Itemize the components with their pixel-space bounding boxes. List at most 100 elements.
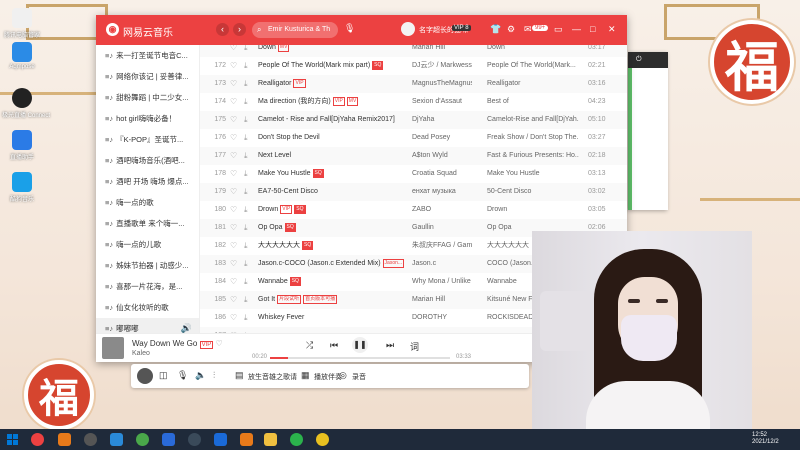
track-title[interactable]: Make You Hustle SQ	[258, 165, 408, 183]
desktop-icon[interactable]: 极光直播 Connect	[2, 88, 50, 119]
download-icon[interactable]: ⤓	[244, 129, 248, 147]
track-title[interactable]: Op Opa SQ	[258, 219, 408, 237]
heart-icon[interactable]: ♡	[230, 201, 237, 219]
sidebar-playlist-item[interactable]: ≡♪ 喜那一片花海，是...	[96, 276, 199, 297]
track-artist[interactable]: Sexion d'Assaut	[412, 93, 472, 111]
download-icon[interactable]: ⤓	[244, 147, 248, 165]
track-artist[interactable]: 朱叔庆FFAG / Gam...	[412, 237, 472, 255]
sidebar-playlist-item[interactable]: ≡♪ 来一打圣诞节电音C...	[96, 45, 199, 66]
miniplayer-icon[interactable]: ▭	[554, 24, 563, 35]
mini-window[interactable]: ⏻	[628, 52, 668, 210]
steam-icon[interactable]	[188, 433, 201, 446]
sidebar-playlist-item[interactable]: ≡♪ 嗨一点的儿歌	[96, 234, 199, 255]
track-album[interactable]: Best of	[487, 93, 579, 111]
avatar[interactable]	[401, 22, 415, 36]
track-album[interactable]: Drown	[487, 201, 579, 219]
track-album[interactable]: Freak Show / Don't Stop The...	[487, 129, 579, 147]
song-icon[interactable]: ▤	[235, 370, 244, 381]
volume-icon[interactable]: 🔈	[195, 370, 206, 381]
download-icon[interactable]: ⤓	[244, 165, 248, 183]
camera-icon[interactable]: ◫	[159, 370, 168, 381]
stream-item-3[interactable]: 录音	[352, 372, 366, 382]
download-icon[interactable]: ⤓	[244, 237, 248, 255]
desktop-icon[interactable]: 直播助手	[2, 130, 42, 161]
stream-item-2[interactable]: 播放伴奏	[314, 372, 342, 382]
track-artist[interactable]: A$ton Wyld	[412, 147, 472, 165]
track-artist[interactable]: Marian Hill	[412, 291, 472, 309]
track-artist[interactable]: Jason.c	[412, 255, 472, 273]
track-title[interactable]: Realligator VIP	[258, 75, 408, 93]
minimize-icon[interactable]: —	[572, 24, 581, 34]
track-artist[interactable]: Dead Posey	[412, 129, 472, 147]
sidebar-playlist-item[interactable]: ≡♪ 嗨一点的歌	[96, 192, 199, 213]
sidebar-playlist-item[interactable]: ≡♪ 酒吧嗨场音乐(酒吧...	[96, 150, 199, 171]
track-title[interactable]: EA7-50-Cent Disco	[258, 183, 408, 201]
heart-icon[interactable]: ♡	[230, 237, 237, 255]
track-artist[interactable]: Croatia Squad	[412, 165, 472, 183]
desktop-icon[interactable]: 酷狗音乐	[2, 172, 42, 203]
windows-start-icon[interactable]	[7, 434, 18, 445]
download-icon[interactable]: ⤓	[244, 219, 248, 237]
track-row[interactable]: 178 ♡ ⤓ Make You Hustle SQ Croatia Squad Make …	[200, 165, 627, 183]
sidebar-playlist-item[interactable]: ≡♪ 姊妹节拍器 | 动感少...	[96, 255, 199, 276]
stream-avatar[interactable]	[137, 368, 153, 384]
track-artist[interactable]: Marian Hill	[412, 45, 472, 57]
download-icon[interactable]: ⤓	[244, 201, 248, 219]
forward-button[interactable]: ›	[233, 23, 246, 36]
track-title[interactable]: Don't Stop the Devil	[258, 129, 408, 147]
app-icon[interactable]	[214, 433, 227, 446]
sidebar-playlist-item[interactable]: ≡♪ 『K-POP』圣诞节...	[96, 129, 199, 150]
track-title[interactable]: Got It 片段试听 首页版本可播	[258, 291, 408, 309]
app-icon[interactable]	[110, 433, 123, 446]
heart-icon[interactable]: ♡	[230, 147, 237, 165]
power-icon[interactable]: ⏻	[636, 56, 642, 63]
heart-icon[interactable]: ♡	[216, 339, 223, 348]
track-album[interactable]: 50-Cent Disco	[487, 183, 579, 201]
sidebar-playlist-item[interactable]: ≡♪ 网络你该记 | 妥善律...	[96, 66, 199, 87]
heart-icon[interactable]: ♡	[230, 309, 237, 327]
track-title[interactable]: Next Level	[258, 147, 408, 165]
microphone-icon[interactable]: 🎙	[344, 23, 355, 34]
heart-icon[interactable]: ♡	[230, 129, 237, 147]
sidebar-playlist-item[interactable]: ≡♪ 嘟嘟嘟 🔊	[96, 318, 199, 333]
heart-icon[interactable]: ♡	[230, 291, 237, 309]
track-album[interactable]: People Of The World(Mark...	[487, 57, 579, 75]
app-icon[interactable]	[84, 433, 97, 446]
track-row[interactable]: ♡ ⤓ Down MV Marian Hill Down 03:17	[200, 45, 627, 57]
track-row[interactable]: 177 ♡ ⤓ Next Level A$ton Wyld Fast & Furious …	[200, 147, 627, 165]
sidebar-playlist-item[interactable]: ≡♪ hot girl嗨嗨必备！	[96, 108, 199, 129]
track-album[interactable]: Fast & Furious Presents: Ho...	[487, 147, 579, 165]
sidebar-playlist-item[interactable]: ≡♪ 仙女化妆听的歌	[96, 297, 199, 318]
netease-music-icon[interactable]	[31, 433, 44, 446]
download-icon[interactable]: ⤓	[244, 57, 248, 75]
close-icon[interactable]: ✕	[608, 24, 616, 35]
heart-icon[interactable]: ♡	[230, 45, 237, 57]
pause-button[interactable]: ❚❚	[352, 337, 368, 353]
app-icon[interactable]	[162, 433, 175, 446]
track-row[interactable]: 174 ♡ ⤓ Ma direction (我的方向) VIP MV Sexion d'As…	[200, 93, 627, 111]
mini-window-titlebar[interactable]: ⏻	[628, 52, 668, 68]
record-icon[interactable]: ◎	[339, 370, 347, 381]
heart-icon[interactable]: ♡	[230, 93, 237, 111]
download-icon[interactable]: ⤓	[244, 75, 248, 93]
search-input[interactable]: ⌕ Emir Kusturica & Th	[252, 22, 338, 38]
track-artist[interactable]: ZABO	[412, 201, 472, 219]
heart-icon[interactable]: ♡	[230, 255, 237, 273]
track-row[interactable]: 173 ♡ ⤓ Realligator VIP MagnusTheMagnus Realli…	[200, 75, 627, 93]
track-artist[interactable]: MagnusTheMagnus	[412, 75, 472, 93]
track-row[interactable]: 180 ♡ ⤓ Drown VIP SQ ZABO Drown 03:05	[200, 201, 627, 219]
track-row[interactable]: 172 ♡ ⤓ People Of The World(Mark mix part) S…	[200, 57, 627, 75]
now-playing-title[interactable]: Way Down We Go VIP ♡	[132, 339, 223, 349]
desktop-icon[interactable]: 腾讯电脑管家	[2, 8, 42, 39]
settings-icon[interactable]: ⚙	[507, 24, 515, 35]
maximize-icon[interactable]: □	[590, 24, 595, 34]
track-artist[interactable]: DOROTHY	[412, 309, 472, 327]
sidebar-playlist-item[interactable]: ≡♪ 酒吧 开场 嗨场 爆点...	[96, 171, 199, 192]
heart-icon[interactable]: ♡	[230, 273, 237, 291]
app-icon[interactable]	[264, 433, 277, 446]
chrome-icon[interactable]	[136, 433, 149, 446]
track-row[interactable]: 175 ♡ ⤓ Camelot - Rise and Fall[DjYaha Remi…	[200, 111, 627, 129]
heart-icon[interactable]: ♡	[230, 183, 237, 201]
sidebar-playlist-item[interactable]: ≡♪ 甜粉舞蹈 | 中二少女...	[96, 87, 199, 108]
track-row[interactable]: 179 ♡ ⤓ EA7-50-Cent Disco енхат музыка 50-Cen…	[200, 183, 627, 201]
